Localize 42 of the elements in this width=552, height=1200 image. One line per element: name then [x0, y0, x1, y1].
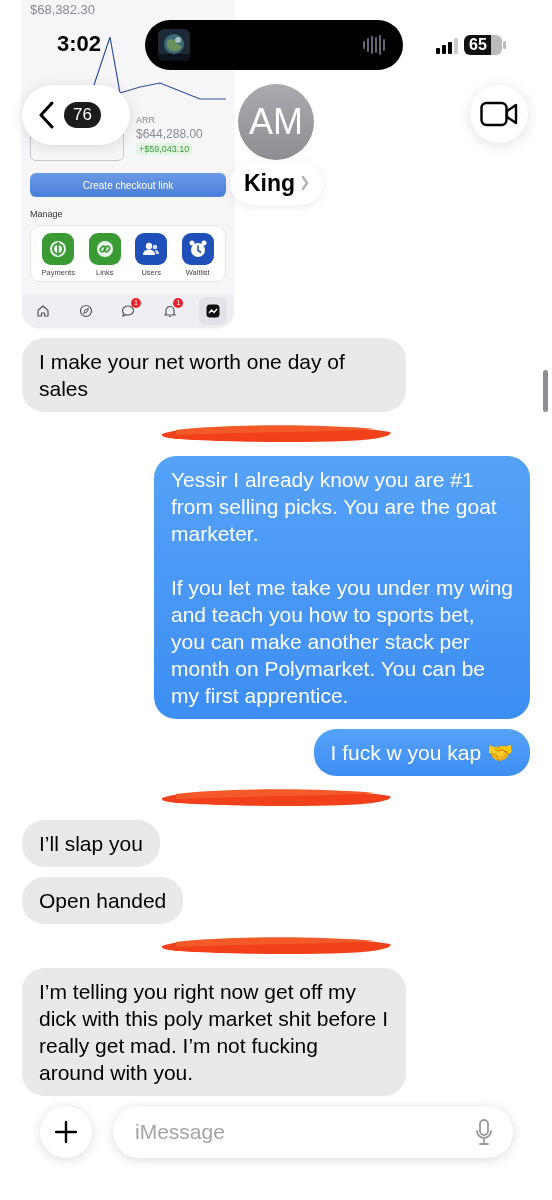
- section-heading: Manage: [30, 209, 64, 219]
- status-time: 3:02: [57, 31, 102, 57]
- contact-name-button[interactable]: King: [230, 161, 324, 205]
- chevron-left-icon: [38, 101, 54, 129]
- alarm-clock-icon: [187, 239, 208, 259]
- chat-icon: [120, 304, 135, 318]
- video-camera-icon: [480, 101, 518, 127]
- link-icon: [94, 239, 115, 259]
- signal-icon: [436, 38, 460, 54]
- chevron-right-icon: [301, 175, 310, 191]
- balance-amount: $68,382.30: [30, 2, 97, 17]
- home-icon: [36, 304, 51, 318]
- received-message: I’m telling you right now get off my dick with this poly market shit before I really get mad. I’m not fucking around with you.: [22, 968, 406, 1096]
- app-tile[interactable]: [181, 233, 214, 265]
- chart-icon: [205, 304, 220, 318]
- app-tile[interactable]: [88, 233, 121, 265]
- dynamic-island[interactable]: [145, 20, 403, 70]
- received-message: Open handed: [22, 877, 184, 924]
- plus-icon: [55, 1121, 77, 1143]
- received-message: I make your net worth one day of sales: [22, 338, 406, 412]
- battery-indicator: 65: [464, 35, 502, 55]
- app-tile[interactable]: [42, 233, 75, 265]
- received-message: I’ll slap you: [22, 820, 160, 867]
- message-field[interactable]: iMessage: [113, 1106, 513, 1158]
- waveform-icon: [363, 35, 387, 55]
- scroll-indicator: [543, 370, 548, 412]
- tab-item[interactable]: [198, 297, 227, 325]
- create-checkout-button[interactable]: Create checkout link: [30, 173, 226, 197]
- bell-icon: [163, 304, 178, 318]
- microphone-icon[interactable]: [475, 1119, 493, 1145]
- compass-icon: [78, 304, 93, 318]
- sent-message: Yessir I already know you are #1 from selling picks. You are the goat marketer. If you let me take you under my wing and teach you how to sports bet, you can make another stack per month on Polymarket. You can be my first apprentice.: [154, 456, 530, 719]
- contact-avatar[interactable]: AM: [238, 84, 314, 160]
- stat-value: $644,288.00: [136, 127, 203, 141]
- unread-count-badge: 76: [64, 102, 101, 128]
- stat-label: ARR: [136, 115, 155, 125]
- coin-icon: [48, 239, 69, 259]
- sent-message: I fuck w you kap 🤝: [313, 729, 530, 776]
- app-tile[interactable]: [135, 233, 168, 265]
- add-button[interactable]: [40, 1106, 92, 1158]
- stat-change: +$59,043.10: [136, 143, 193, 155]
- battery-cap-icon: [503, 41, 506, 49]
